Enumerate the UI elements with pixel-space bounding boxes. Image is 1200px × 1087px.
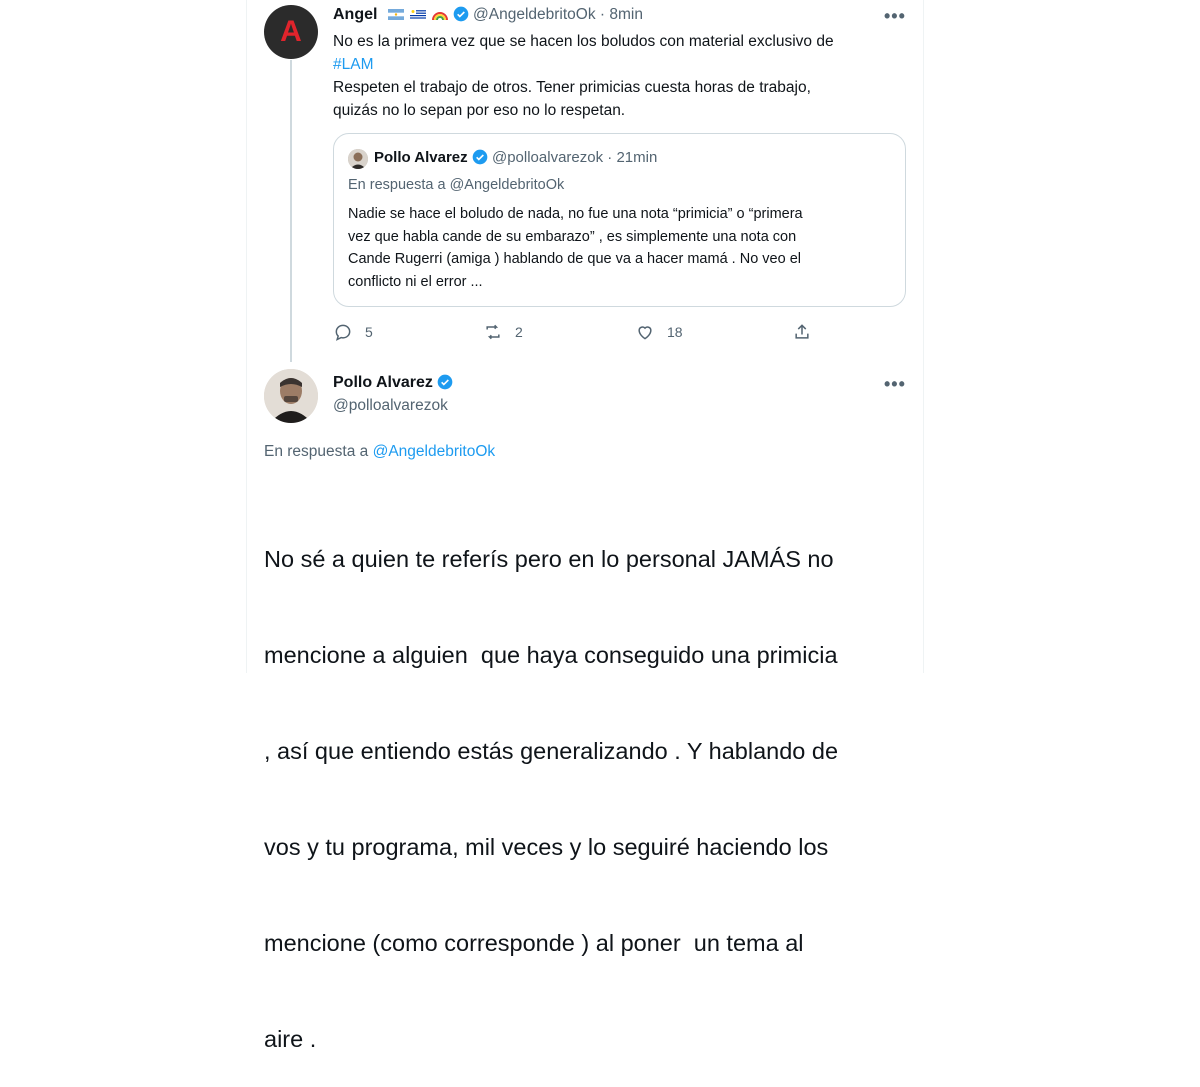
timestamp[interactable]: 8min xyxy=(609,6,643,23)
share-button[interactable] xyxy=(792,322,824,342)
tweet-text-line: , así que entiendo estás generalizando .… xyxy=(264,738,839,764)
author-handle[interactable]: @polloalvarezok xyxy=(333,397,448,415)
tweet2-header: Pollo Alvarez xyxy=(333,374,453,392)
separator: · xyxy=(599,6,606,23)
more-options-icon[interactable]: ••• xyxy=(884,6,906,27)
tweet2-reply-context: En respuesta a @AngeldebritoOk xyxy=(264,443,495,461)
tweet-text-line: quizás no lo sepan por eso no lo respeta… xyxy=(333,102,626,119)
angel-avatar[interactable]: A xyxy=(264,5,318,59)
quoted-text-line: conflicto ni el error ... xyxy=(348,273,483,290)
retweet-count: 2 xyxy=(515,324,523,340)
retweet-button[interactable]: 2 xyxy=(483,322,523,342)
share-icon xyxy=(795,324,809,339)
hashtag-link[interactable]: #LAM xyxy=(333,53,903,76)
reply-button[interactable]: 5 xyxy=(333,322,373,342)
tweet-text-line: mencione (como corresponde ) al poner un… xyxy=(264,930,804,956)
reply-to-handle[interactable]: @AngeldebritoOk xyxy=(373,443,496,460)
tweet-text-line: mencione a alguien que haya conseguido u… xyxy=(264,642,838,668)
reply-icon xyxy=(335,324,351,341)
reply-prefix: En respuesta a xyxy=(264,443,369,460)
author-name[interactable]: Pollo Alvarez xyxy=(333,374,433,391)
thread-line xyxy=(290,60,292,362)
pollo-avatar[interactable] xyxy=(264,369,318,423)
tweet1-body: No es la primera vez que se hacen los bo… xyxy=(333,30,903,122)
tweet-text-line: aire . xyxy=(264,1026,317,1052)
verified-icon xyxy=(472,149,488,165)
quoted-text-line: Cande Rugerri (amiga ) hablando de que v… xyxy=(348,251,801,267)
argentina-flag-icon xyxy=(387,7,404,20)
quoted-text-line: vez que habla cande de su embarazo” , es… xyxy=(348,228,797,245)
quoted-text-line: Nadie se hace el boludo de nada, no fue … xyxy=(348,206,803,222)
like-count: 18 xyxy=(667,324,683,340)
verified-icon xyxy=(453,6,469,22)
quoted-author-handle[interactable]: @polloalvarezok xyxy=(492,149,603,166)
tweet-text-line: vos y tu programa, mil veces y lo seguir… xyxy=(264,834,829,860)
reply-to-handle[interactable]: @AngeldebritoOk xyxy=(450,177,565,193)
uruguay-flag-icon xyxy=(410,7,427,20)
verified-icon xyxy=(437,374,453,390)
heart-icon xyxy=(638,326,652,340)
author-name[interactable]: Angel xyxy=(333,6,377,23)
author-handle[interactable]: @AngeldebritoOk xyxy=(473,6,596,23)
tweet-text-line: No sé a quien te referís pero en lo pers… xyxy=(264,546,834,572)
like-button[interactable]: 18 xyxy=(635,322,683,342)
quoted-author-name[interactable]: Pollo Alvarez xyxy=(374,149,468,166)
tweet-text-line: Respeten el trabajo de otros. Tener prim… xyxy=(333,79,811,96)
tweet-text-line: No es la primera vez que se hacen los bo… xyxy=(333,33,834,50)
quoted-timestamp[interactable]: 21min xyxy=(616,149,657,166)
quoted-reply-context: En respuesta a @AngeldebritoOk xyxy=(348,177,564,193)
rainbow-icon xyxy=(432,7,449,21)
avatar-letter: A xyxy=(280,15,302,48)
reply-count: 5 xyxy=(365,324,373,340)
quoted-body: Nadie se hace el boludo de nada, no fue … xyxy=(348,203,898,293)
reply-prefix: En respuesta a xyxy=(348,177,446,193)
quoted-header: Pollo Alvarez @polloalvarezok · 21min xyxy=(374,149,657,166)
tweet1-header: Angel @AngeldebritoOk · 8min xyxy=(333,6,643,24)
quoted-author-avatar[interactable] xyxy=(348,149,368,169)
retweet-icon xyxy=(486,324,500,340)
separator: · xyxy=(607,149,613,166)
more-options-icon[interactable]: ••• xyxy=(884,374,906,395)
tweet2-body: No sé a quien te referís pero en lo pers… xyxy=(264,479,914,1087)
